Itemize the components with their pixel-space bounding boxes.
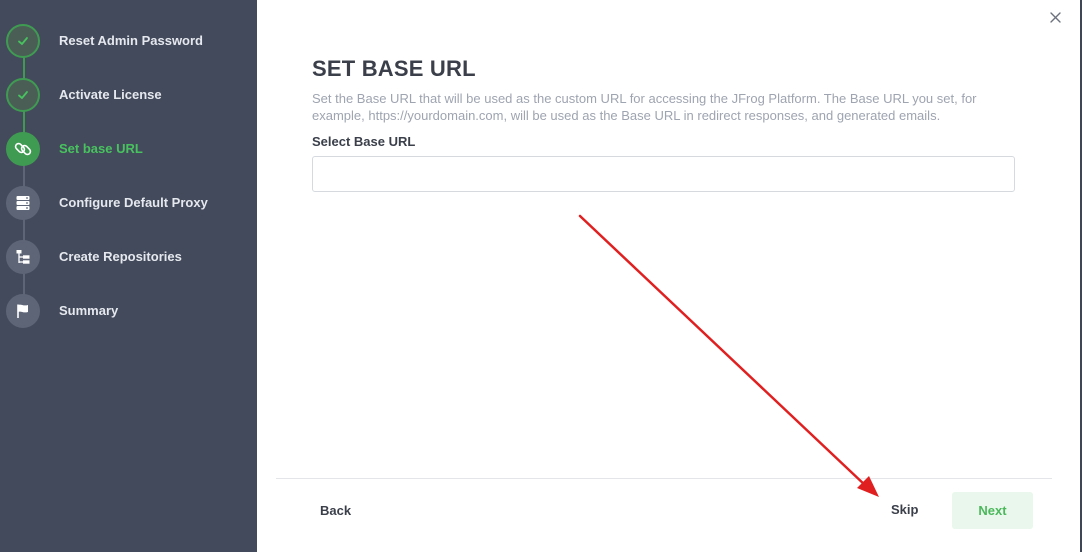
server-icon — [6, 186, 40, 220]
page-description: Set the Base URL that will be used as th… — [312, 91, 977, 123]
check-icon — [6, 24, 40, 58]
wizard-sidebar: Reset Admin Password Activate License Se… — [0, 0, 257, 552]
step-label: Summary — [59, 303, 119, 318]
step-reset-admin-password[interactable]: Reset Admin Password — [0, 21, 257, 61]
step-label: Activate License — [59, 87, 162, 102]
flag-icon — [6, 294, 40, 328]
step-create-repositories[interactable]: Create Repositories — [0, 237, 257, 277]
next-button[interactable]: Next — [952, 492, 1033, 529]
main-panel: SET BASE URL Set the Base URL that will … — [257, 0, 1082, 552]
step-activate-license[interactable]: Activate License — [0, 75, 257, 115]
step-set-base-url[interactable]: Set base URL — [0, 129, 257, 169]
step-label: Configure Default Proxy — [59, 195, 208, 210]
skip-button[interactable]: Skip — [891, 502, 918, 517]
base-url-label: Select Base URL — [312, 134, 416, 149]
check-icon — [6, 78, 40, 112]
repository-tree-icon — [6, 240, 40, 274]
step-summary[interactable]: Summary — [0, 291, 257, 331]
back-button[interactable]: Back — [320, 503, 351, 518]
close-icon[interactable] — [1046, 8, 1064, 26]
step-label: Reset Admin Password — [59, 33, 204, 48]
step-label: Set base URL — [59, 141, 143, 156]
step-label: Create Repositories — [59, 249, 182, 264]
footer-divider — [276, 478, 1052, 479]
base-url-input[interactable] — [312, 156, 1015, 192]
step-configure-default-proxy[interactable]: Configure Default Proxy — [0, 183, 257, 223]
page-title: SET BASE URL — [312, 56, 476, 81]
link-icon — [6, 132, 40, 166]
